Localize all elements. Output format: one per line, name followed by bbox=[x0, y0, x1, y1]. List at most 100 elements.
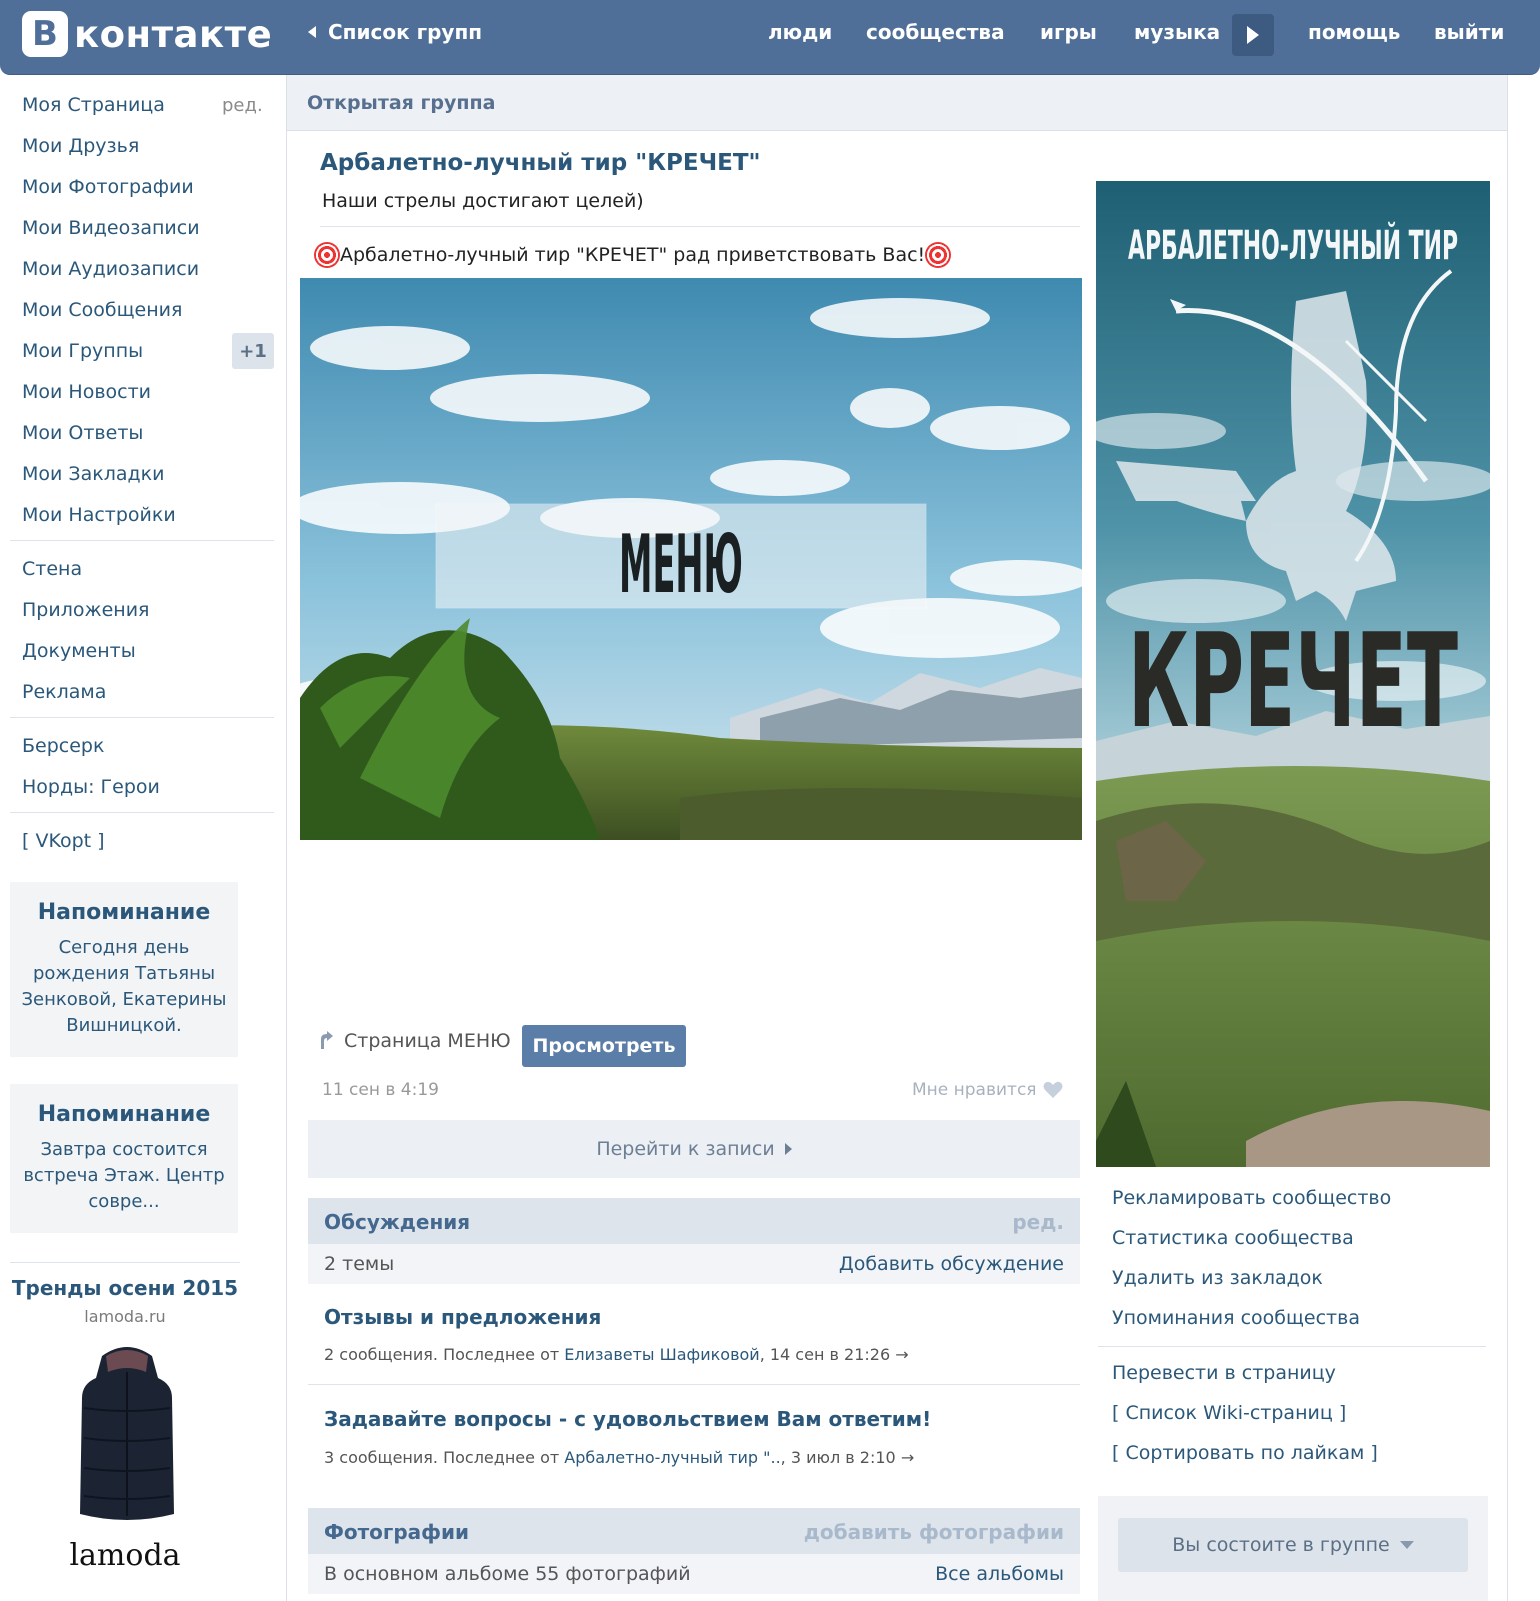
nav-logout[interactable]: выйти bbox=[1434, 20, 1504, 44]
edit-page-link[interactable]: ред. bbox=[222, 95, 263, 116]
vk-logo[interactable]: В контакте bbox=[22, 10, 272, 58]
ad-domain: lamoda.ru bbox=[84, 1307, 166, 1326]
menu-documents[interactable]: Документы bbox=[22, 640, 136, 662]
menu-friends[interactable]: Мои Друзья bbox=[22, 135, 139, 157]
menu-banner-image[interactable]: МЕНЮ bbox=[300, 278, 1082, 840]
photos-header: Фотографии добавить фотографии bbox=[308, 1508, 1080, 1554]
menu-groups[interactable]: Мои Группы bbox=[22, 340, 143, 362]
nav-games[interactable]: игры bbox=[1040, 20, 1097, 44]
topic-meta-prefix: 3 сообщения. Последнее от bbox=[324, 1448, 560, 1467]
reminder-birthday: Напоминание Сегодня день рождения Татьян… bbox=[10, 882, 238, 1057]
wiki-page-label: Страница МЕНЮ bbox=[344, 1030, 511, 1052]
heart-icon bbox=[1043, 1081, 1063, 1098]
menu-game-berserk[interactable]: Берсерк bbox=[22, 735, 104, 757]
menu-my-page[interactable]: Моя Страница bbox=[22, 94, 165, 116]
remove-bookmark-link[interactable]: Удалить из закладок bbox=[1112, 1267, 1323, 1289]
like-label: Мне нравится bbox=[912, 1080, 1037, 1100]
chevron-right-icon bbox=[784, 1143, 792, 1155]
avatar-title-text: АРБАЛЕТНО-ЛУЧНЫЙ ТИР bbox=[1128, 221, 1458, 269]
like-button[interactable]: Мне нравится bbox=[912, 1080, 1063, 1100]
menu-messages[interactable]: Мои Сообщения bbox=[22, 299, 182, 321]
menu-divider bbox=[10, 812, 274, 813]
actions-divider bbox=[1098, 1346, 1486, 1347]
player-play-button[interactable] bbox=[1232, 14, 1274, 56]
photos-count: В основном альбоме 55 фотографий bbox=[324, 1563, 691, 1585]
group-avatar-image[interactable]: АРБАЛЕТНО-ЛУЧНЫЙ ТИР КРЕЧЕТ bbox=[1096, 181, 1490, 1167]
welcome-post-text: Арбалетно-лучный тир "КРЕЧЕТ" рад привет… bbox=[314, 242, 952, 268]
menu-settings[interactable]: Мои Настройки bbox=[22, 504, 176, 526]
menu-apps[interactable]: Приложения bbox=[22, 599, 149, 621]
goto-post-button[interactable]: Перейти к записи bbox=[308, 1120, 1080, 1178]
membership-button[interactable]: Вы состоите в группе bbox=[1118, 1518, 1468, 1572]
wiki-page-link[interactable]: Страница МЕНЮ bbox=[318, 1030, 511, 1052]
nav-people[interactable]: люди bbox=[768, 20, 832, 44]
menu-divider bbox=[10, 540, 274, 541]
wiki-pages-list-link[interactable]: [ Список Wiki-страниц ] bbox=[1112, 1402, 1346, 1424]
ad-vest-image[interactable] bbox=[72, 1338, 182, 1528]
topic-meta-suffix[interactable]: , 3 июл в 2:10 → bbox=[781, 1448, 915, 1467]
menu-photos[interactable]: Мои Фотографии bbox=[22, 176, 194, 198]
sort-by-likes-link[interactable]: [ Сортировать по лайкам ] bbox=[1112, 1442, 1378, 1464]
post-date[interactable]: 11 сен в 4:19 bbox=[322, 1080, 439, 1100]
ad-divider bbox=[10, 1262, 240, 1263]
menu-ads[interactable]: Реклама bbox=[22, 681, 106, 703]
chevron-left-icon bbox=[308, 26, 316, 38]
group-list-link[interactable]: Список групп bbox=[308, 20, 482, 44]
target-icon bbox=[925, 242, 952, 268]
menu-news[interactable]: Мои Новости bbox=[22, 381, 151, 403]
photos-subheader: В основном альбоме 55 фотографий Все аль… bbox=[308, 1554, 1080, 1594]
all-albums-link[interactable]: Все альбомы bbox=[935, 1563, 1064, 1585]
menu-divider bbox=[10, 717, 274, 718]
play-icon bbox=[1247, 26, 1259, 44]
menu-answers[interactable]: Мои Ответы bbox=[22, 422, 143, 444]
reminder-text[interactable]: Сегодня день рождения Татьяны Зенковой, … bbox=[16, 935, 232, 1039]
menu-audio[interactable]: Мои Аудиозаписи bbox=[22, 258, 199, 280]
topic-last-author[interactable]: Елизаветы Шафиковой bbox=[564, 1345, 759, 1364]
goto-post-label: Перейти к записи bbox=[596, 1138, 775, 1160]
logo-text: контакте bbox=[74, 12, 273, 56]
wiki-arrow-icon bbox=[321, 1031, 333, 1049]
reminder-text[interactable]: Завтра состоится встреча Этаж. Центр сов… bbox=[16, 1137, 232, 1215]
community-mentions-link[interactable]: Упоминания сообщества bbox=[1112, 1307, 1360, 1329]
topic-meta-prefix: 2 сообщения. Последнее от bbox=[324, 1345, 560, 1364]
discussions-header: Обсуждения ред. bbox=[308, 1198, 1080, 1244]
menu-vkopt[interactable]: [ VKopt ] bbox=[22, 830, 105, 852]
topic-title[interactable]: Задавайте вопросы - с удовольствием Вам … bbox=[324, 1407, 931, 1431]
discussions-title[interactable]: Обсуждения bbox=[324, 1210, 470, 1234]
group-list-label: Список групп bbox=[328, 20, 483, 44]
promote-community-link[interactable]: Рекламировать сообщество bbox=[1112, 1187, 1391, 1209]
menu-wall[interactable]: Стена bbox=[22, 558, 82, 580]
topic-meta-suffix[interactable]: , 14 сен в 21:26 → bbox=[760, 1345, 909, 1364]
nav-music[interactable]: музыка bbox=[1134, 20, 1220, 44]
logo-mark: В bbox=[22, 11, 68, 57]
add-photos-link[interactable]: добавить фотографии bbox=[804, 1520, 1064, 1544]
topics-count[interactable]: 2 темы bbox=[324, 1253, 394, 1275]
membership-label: Вы состоите в группе bbox=[1172, 1534, 1390, 1556]
welcome-text: Арбалетно-лучный тир "КРЕЧЕТ" рад привет… bbox=[340, 244, 926, 266]
add-discussion-link[interactable]: Добавить обсуждение bbox=[839, 1253, 1064, 1275]
menu-bookmarks[interactable]: Мои Закладки bbox=[22, 463, 164, 485]
topic-last-author[interactable]: Арбалетно-лучный тир ".. bbox=[564, 1448, 780, 1467]
nav-communities[interactable]: сообщества bbox=[866, 20, 1005, 44]
topic-title[interactable]: Отзывы и предложения bbox=[324, 1305, 601, 1329]
group-type-bar: Открытая группа bbox=[287, 75, 1507, 131]
topic-meta: 3 сообщения. Последнее от Арбалетно-лучн… bbox=[324, 1448, 914, 1467]
photos-title[interactable]: Фотографии bbox=[324, 1520, 469, 1544]
info-divider bbox=[320, 226, 1080, 227]
menu-videos[interactable]: Мои Видеозаписи bbox=[22, 217, 200, 239]
chevron-down-icon bbox=[1399, 1541, 1414, 1549]
nav-help[interactable]: помощь bbox=[1308, 20, 1400, 44]
ad-brand-logo[interactable]: lamoda bbox=[10, 1538, 240, 1573]
discussions-subheader: 2 темы Добавить обсуждение bbox=[308, 1244, 1080, 1284]
discussions-edit-link[interactable]: ред. bbox=[1012, 1210, 1064, 1234]
menu-game-nords[interactable]: Норды: Герои bbox=[22, 776, 160, 798]
ad-title[interactable]: Тренды осени 2015 bbox=[10, 1276, 240, 1300]
view-button[interactable]: Просмотреть bbox=[522, 1025, 686, 1067]
convert-to-page-link[interactable]: Перевести в страницу bbox=[1112, 1362, 1336, 1384]
group-type-label: Открытая группа bbox=[307, 92, 496, 114]
groups-count-badge[interactable]: +1 bbox=[232, 333, 274, 369]
community-stats-link[interactable]: Статистика сообщества bbox=[1112, 1227, 1354, 1249]
target-icon bbox=[314, 242, 340, 268]
topic-divider bbox=[308, 1384, 1080, 1385]
menu-banner-text: МЕНЮ bbox=[619, 518, 743, 611]
